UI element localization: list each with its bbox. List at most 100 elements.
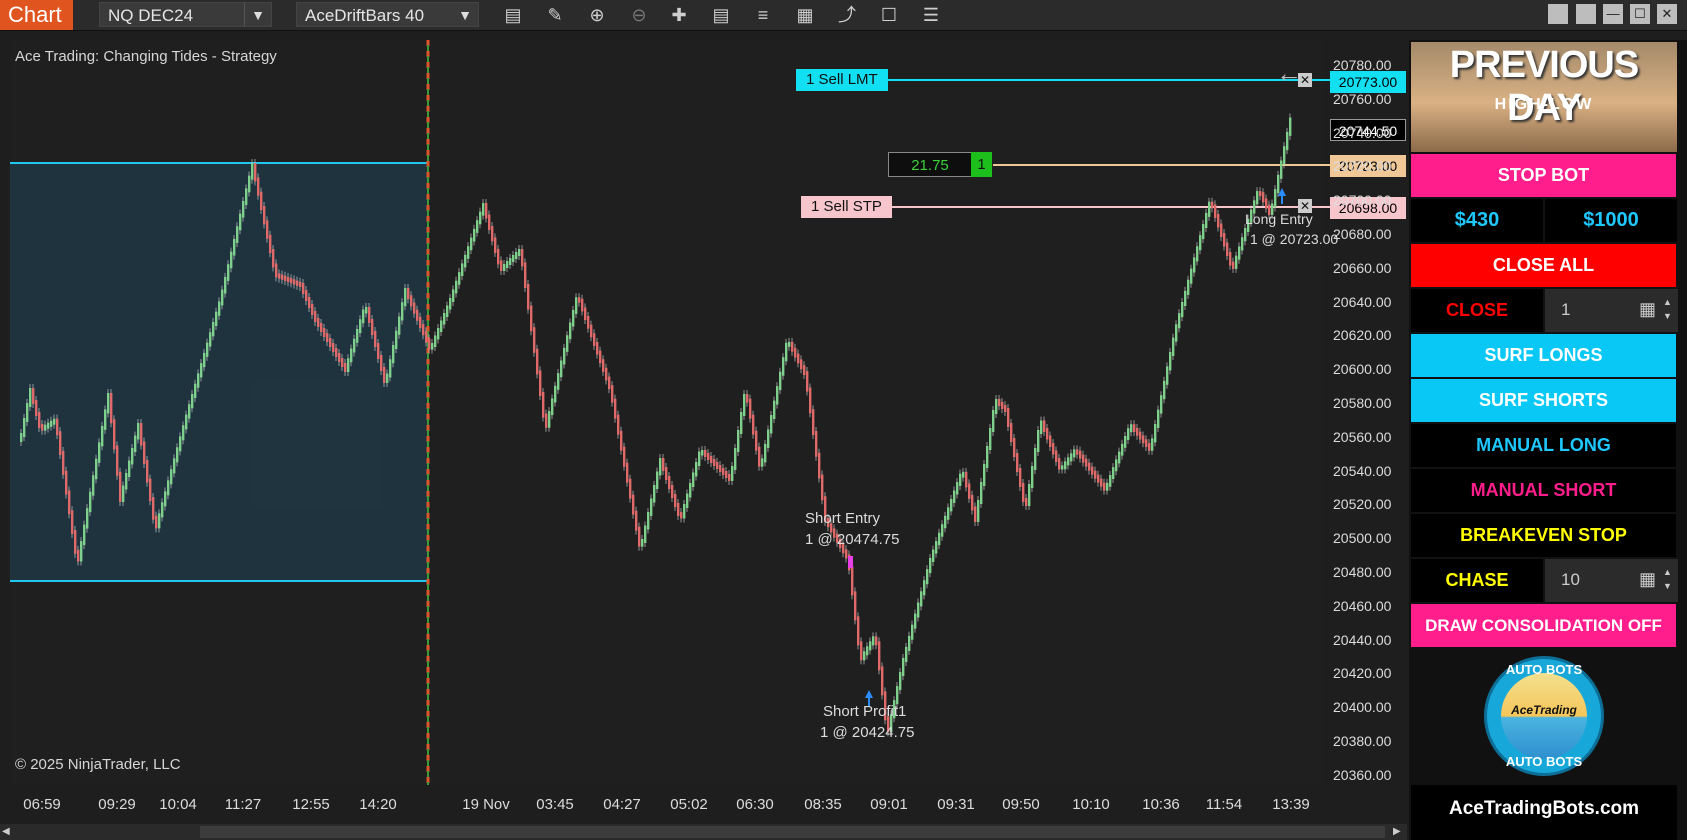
chase-button[interactable]: CHASE <box>1411 559 1543 602</box>
website-link[interactable]: AceTradingBots.com <box>1411 798 1677 820</box>
price-bar <box>1106 482 1109 491</box>
manual-long-button[interactable]: MANUAL LONG <box>1411 424 1676 467</box>
price-bar <box>1229 252 1232 266</box>
price-bar <box>692 472 695 487</box>
stepper-icon[interactable]: ▲ ▼ <box>1663 565 1672 593</box>
price-bar <box>506 261 509 268</box>
calculator-icon[interactable]: ▦ <box>1639 299 1656 320</box>
price-bar <box>986 446 989 468</box>
price-bar <box>278 273 281 279</box>
price-bar <box>47 422 50 429</box>
draw-consolidation-button[interactable]: DRAW CONSOLIDATION OFF <box>1411 604 1676 647</box>
price-bar <box>1097 474 1100 483</box>
price-bar <box>254 163 257 182</box>
position-pnl[interactable]: 21.75 <box>888 152 972 177</box>
price-bar <box>1112 467 1115 479</box>
close-icon[interactable]: ✕ <box>1657 4 1677 24</box>
price-bar <box>404 288 407 307</box>
scroll-right-icon[interactable]: ▶ <box>1393 826 1401 837</box>
price-bar <box>1034 448 1037 470</box>
price-bar <box>443 313 446 325</box>
loss-limit-button[interactable]: $1000 <box>1545 199 1677 242</box>
price-bar <box>737 430 740 452</box>
price-bar <box>998 399 1001 406</box>
minimize-icon[interactable]: — <box>1603 4 1623 24</box>
price-bar <box>350 348 353 363</box>
position-quantity[interactable]: 1 <box>971 152 992 177</box>
price-bar <box>716 462 719 469</box>
price-bar <box>923 580 926 596</box>
price-bar <box>1088 462 1091 471</box>
price-bar <box>611 385 614 403</box>
price-bar <box>389 359 392 378</box>
price-chart[interactable] <box>0 0 1409 840</box>
chase-qty-value: 10 <box>1561 570 1580 589</box>
price-bar <box>107 393 110 414</box>
price-bar <box>875 636 878 646</box>
price-bar <box>416 309 419 321</box>
price-bar <box>1199 235 1202 251</box>
maximize-icon[interactable]: ☐ <box>1630 4 1650 24</box>
scrollbar-thumb[interactable] <box>200 826 1385 838</box>
price-bar <box>713 459 716 466</box>
price-bar <box>191 394 194 409</box>
window-tile-icon[interactable] <box>1548 4 1568 24</box>
stepper-icon[interactable]: ▲ ▼ <box>1663 295 1672 323</box>
price-bar <box>1157 409 1160 428</box>
price-bar <box>1280 160 1283 179</box>
price-bar <box>236 226 239 243</box>
price-bar <box>1073 449 1076 458</box>
window-tile2-icon[interactable] <box>1576 4 1596 24</box>
price-bar <box>512 255 515 262</box>
price-bar <box>380 355 383 371</box>
profit-target-button[interactable]: $430 <box>1411 199 1543 242</box>
price-bar <box>440 320 443 332</box>
price-bar <box>293 279 296 285</box>
price-bar <box>1283 146 1286 165</box>
price-bar <box>464 254 467 268</box>
breakeven-stop-button[interactable]: BREAKEVEN STOP <box>1411 514 1676 557</box>
price-bar <box>587 316 590 329</box>
price-bar <box>89 491 92 513</box>
arrow-left-icon: ← <box>1276 58 1302 88</box>
price-bar <box>20 433 23 442</box>
price-bar <box>1196 246 1199 262</box>
price-bar <box>1163 380 1166 400</box>
sell-limit-order-tag[interactable]: 1 Sell LMT <box>796 69 888 91</box>
price-bar <box>485 203 488 219</box>
price-bar <box>272 249 275 268</box>
price-bar <box>422 324 425 336</box>
price-bar <box>734 448 737 470</box>
close-qty-field[interactable]: 1 ▦ ▲ ▼ <box>1545 289 1678 332</box>
chase-qty-field[interactable]: 10 ▦ ▲ ▼ <box>1545 559 1678 602</box>
price-bar <box>920 591 923 607</box>
logo-top-text: AUTO BOTS <box>1505 662 1583 677</box>
calculator-icon[interactable]: ▦ <box>1639 569 1656 590</box>
price-bar <box>1091 466 1094 475</box>
close-button[interactable]: CLOSE <box>1411 289 1543 332</box>
long-entry-detail: 1 @ 20723.00 <box>1250 231 1339 247</box>
price-bar <box>863 651 866 661</box>
scroll-left-icon[interactable]: ◀ <box>2 826 10 837</box>
price-bar <box>359 319 362 333</box>
price-bar <box>128 460 131 477</box>
price-bar <box>857 616 860 646</box>
price-bar <box>38 412 41 428</box>
cancel-order-icon[interactable]: ✕ <box>1298 199 1312 213</box>
price-bar <box>1028 484 1031 506</box>
price-bar <box>917 602 920 618</box>
manual-short-button[interactable]: MANUAL SHORT <box>1411 469 1676 512</box>
stop-bot-button[interactable]: STOP BOT <box>1411 154 1676 197</box>
close-all-button[interactable]: CLOSE ALL <box>1411 244 1676 287</box>
price-bar <box>977 500 980 522</box>
surf-shorts-button[interactable]: SURF SHORTS <box>1411 379 1676 422</box>
price-bar <box>779 371 782 391</box>
price-bar <box>584 307 587 321</box>
price-bar <box>809 387 812 414</box>
short-profit-detail: 1 @ 20424.75 <box>820 724 915 741</box>
sell-stop-order-tag[interactable]: 1 Sell STP <box>801 196 892 218</box>
price-bar <box>818 452 821 479</box>
surf-longs-button[interactable]: SURF LONGS <box>1411 334 1676 377</box>
price-tick-label: 20780.00 <box>1333 57 1392 73</box>
price-bar <box>902 658 905 677</box>
